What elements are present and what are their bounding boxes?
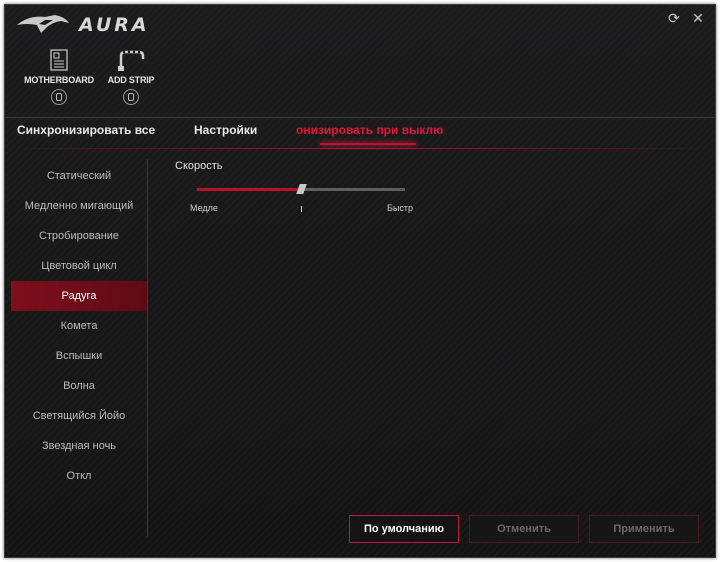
refresh-icon[interactable]: ⟳ — [665, 9, 683, 27]
speed-min-label: Медле — [190, 203, 218, 213]
app-title: AURA — [79, 14, 150, 36]
close-icon[interactable]: ✕ — [689, 9, 707, 27]
device-motherboard[interactable]: MOTHERBOARD — [19, 49, 99, 105]
speed-slider-thumb[interactable] — [296, 184, 307, 194]
tab-settings[interactable]: Настройки — [194, 123, 257, 137]
speed-max-label: Быстр — [387, 203, 414, 213]
effect-strobing[interactable]: Стробирование — [11, 221, 147, 251]
aura-window: AURA ⟳ ✕ MOTHERBOARD ADD STRIP Синхрониз… — [4, 4, 716, 558]
apply-button[interactable]: Применить — [589, 515, 699, 543]
tab-bar-divider — [5, 148, 715, 149]
effect-wave[interactable]: Волна — [11, 371, 147, 401]
active-tab-indicator — [320, 143, 416, 145]
speed-label: Скорость — [175, 160, 223, 172]
speed-center-tick — [301, 206, 302, 212]
effect-flash[interactable]: Вспышки — [11, 341, 147, 371]
header: AURA ⟳ ✕ MOTHERBOARD ADD STRIP — [5, 5, 715, 117]
default-button[interactable]: По умолчанию — [349, 515, 459, 543]
device-label: ADD STRIP — [107, 75, 155, 85]
device-add-strip[interactable]: ADD STRIP — [91, 49, 171, 105]
effect-static[interactable]: Статический — [11, 161, 147, 191]
speed-slider[interactable] — [197, 184, 405, 194]
cancel-button[interactable]: Отменить — [469, 515, 579, 543]
effect-color-cycle[interactable]: Цветовой цикл — [11, 251, 147, 281]
effects-list: Статический Медленно мигающий Стробирова… — [11, 161, 147, 491]
device-label: MOTHERBOARD — [24, 75, 94, 85]
effect-breathing[interactable]: Медленно мигающий — [11, 191, 147, 221]
motherboard-icon — [50, 49, 68, 71]
effect-glowing-yoyo[interactable]: Светящийся Йойо — [11, 401, 147, 431]
effect-starry-night[interactable]: Звездная ночь — [11, 431, 147, 461]
effect-comet[interactable]: Комета — [11, 311, 147, 341]
device-status-icon — [123, 89, 139, 105]
rog-logo-icon — [17, 15, 69, 33]
effect-off[interactable]: Откл — [11, 461, 147, 491]
tab-bar: Синхронизировать все Настройки онизирова… — [5, 117, 715, 149]
tab-sync-on-shutdown[interactable]: онизировать при выклю — [296, 123, 443, 137]
device-status-icon — [51, 89, 67, 105]
effect-rainbow[interactable]: Радуга — [11, 281, 147, 311]
led-strip-icon — [118, 50, 145, 71]
sidebar-divider — [147, 159, 148, 537]
speed-slider-fill — [197, 188, 301, 191]
tab-sync-all[interactable]: Синхронизировать все — [17, 123, 155, 137]
